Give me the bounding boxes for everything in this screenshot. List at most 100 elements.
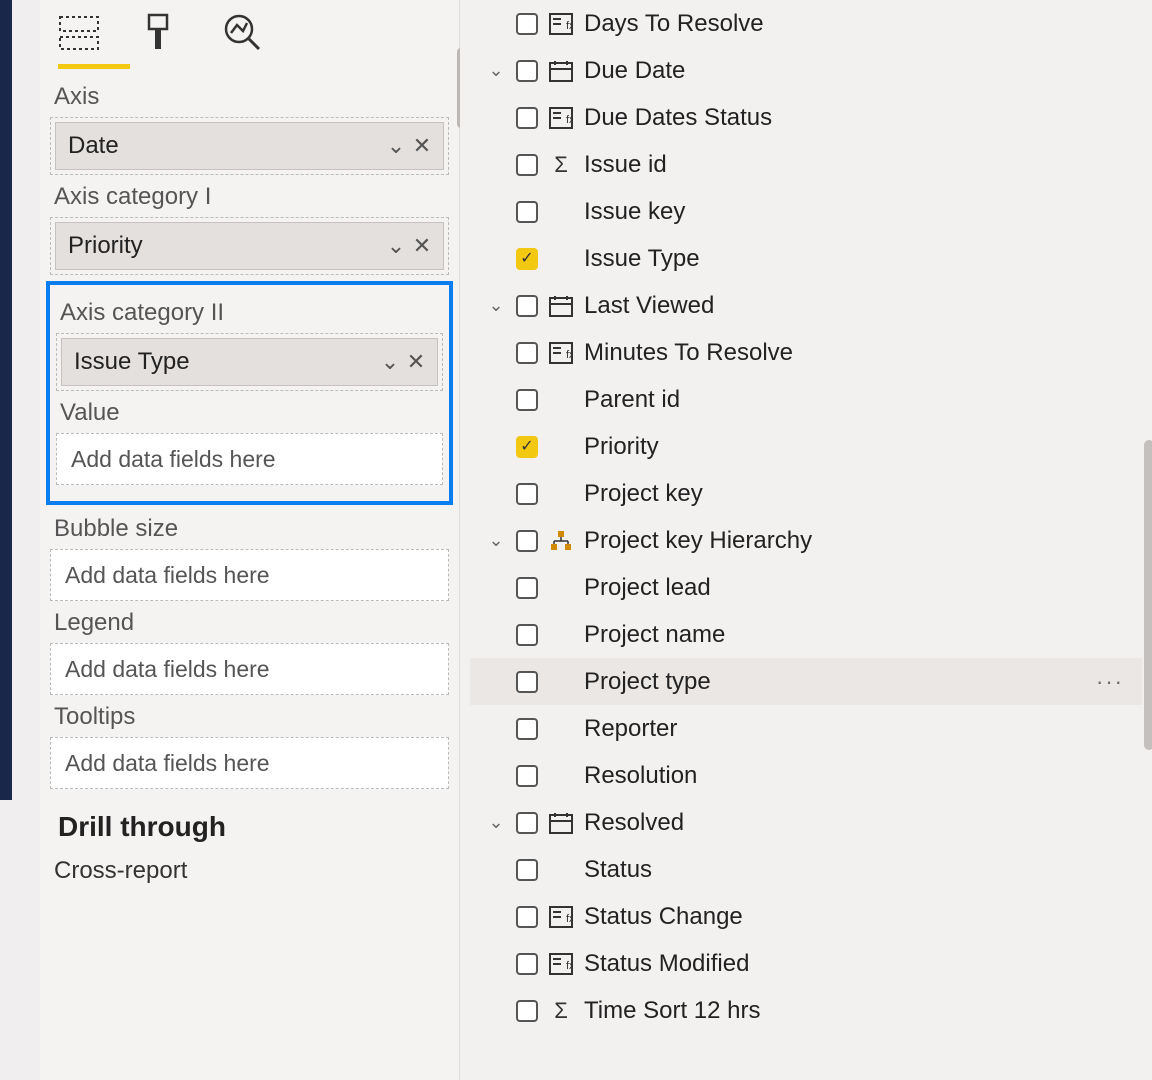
close-icon[interactable]: ✕: [409, 233, 435, 259]
tooltips-placeholder: Add data fields here: [65, 750, 270, 777]
field-checkbox[interactable]: [516, 295, 538, 317]
cross-report-label: Cross-report: [54, 857, 449, 885]
field-checkbox[interactable]: [516, 1000, 538, 1022]
field-checkbox[interactable]: [516, 718, 538, 740]
field-label: Priority: [584, 433, 1142, 461]
svg-text:fx: fx: [566, 913, 573, 925]
field-checkbox[interactable]: [516, 483, 538, 505]
field-row[interactable]: Priority: [470, 423, 1142, 470]
field-checkbox[interactable]: [516, 765, 538, 787]
calc-icon: fx: [548, 951, 574, 977]
field-row[interactable]: Project name: [470, 611, 1142, 658]
chevron-down-icon[interactable]: ⌄: [383, 233, 409, 259]
close-icon[interactable]: ✕: [409, 133, 435, 159]
fields-tab-icon[interactable]: [58, 12, 100, 54]
axis-cat1-pill-label: Priority: [68, 232, 383, 260]
svg-text:fx: fx: [566, 349, 573, 361]
field-row[interactable]: ΣTime Sort 12 hrs: [470, 987, 1142, 1034]
field-row[interactable]: Project lead: [470, 564, 1142, 611]
field-checkbox[interactable]: [516, 671, 538, 693]
field-row[interactable]: ⌄Due Date: [470, 47, 1142, 94]
close-icon[interactable]: ✕: [403, 349, 429, 375]
tooltips-well-label: Tooltips: [54, 703, 449, 731]
analytics-tab-icon[interactable]: [222, 12, 264, 54]
field-row[interactable]: ⌄Last Viewed: [470, 282, 1142, 329]
field-label: Status Change: [584, 903, 1142, 931]
field-row[interactable]: Project key: [470, 470, 1142, 517]
field-checkbox[interactable]: [516, 906, 538, 928]
legend-dropzone[interactable]: Add data fields here: [50, 643, 449, 695]
field-checkbox[interactable]: [516, 624, 538, 646]
calendar-icon: [548, 293, 574, 319]
field-checkbox[interactable]: [516, 953, 538, 975]
field-checkbox[interactable]: [516, 389, 538, 411]
field-checkbox[interactable]: [516, 107, 538, 129]
axis-cat1-pill[interactable]: Priority ⌄ ✕: [55, 222, 444, 270]
viz-tabs: [50, 8, 449, 64]
axis-cat1-well[interactable]: Priority ⌄ ✕: [50, 217, 449, 275]
chevron-down-icon[interactable]: ⌄: [486, 60, 506, 81]
field-row[interactable]: fx Status Modified: [470, 940, 1142, 987]
field-label: Issue id: [584, 151, 1142, 179]
highlight-rectangle: Axis category II Issue Type ⌄ ✕ Value Ad…: [46, 281, 453, 505]
field-row[interactable]: ⌄Resolved: [470, 799, 1142, 846]
chevron-down-icon[interactable]: ⌄: [377, 349, 403, 375]
format-tab-icon[interactable]: [140, 12, 182, 54]
axis-pill[interactable]: Date ⌄ ✕: [55, 122, 444, 170]
field-row[interactable]: Σ Issue id: [470, 141, 1142, 188]
field-row[interactable]: Reporter: [470, 705, 1142, 752]
field-checkbox[interactable]: [516, 436, 538, 458]
field-checkbox[interactable]: [516, 154, 538, 176]
field-row[interactable]: fx Status Change: [470, 893, 1142, 940]
field-row[interactable]: Issue key: [470, 188, 1142, 235]
axis-well[interactable]: Date ⌄ ✕: [50, 117, 449, 175]
field-checkbox[interactable]: [516, 60, 538, 82]
field-row[interactable]: Issue Type: [470, 235, 1142, 282]
field-row[interactable]: Parent id: [470, 376, 1142, 423]
field-checkbox[interactable]: [516, 13, 538, 35]
field-label: Issue Type: [584, 245, 1142, 273]
field-label: Project key: [584, 480, 1142, 508]
field-label: Time Sort 12 hrs: [584, 997, 1142, 1025]
field-checkbox[interactable]: [516, 530, 538, 552]
calendar-icon: [548, 810, 574, 836]
axis-cat2-well[interactable]: Issue Type ⌄ ✕: [56, 333, 443, 391]
more-options-icon[interactable]: ···: [1096, 669, 1142, 695]
field-label: Due Dates Status: [584, 104, 1142, 132]
canvas-edge: [0, 0, 12, 800]
field-label: Days To Resolve: [584, 10, 1142, 38]
legend-placeholder: Add data fields here: [65, 656, 270, 683]
chevron-down-icon[interactable]: ⌄: [383, 133, 409, 159]
axis-cat2-pill[interactable]: Issue Type ⌄ ✕: [61, 338, 438, 386]
field-checkbox[interactable]: [516, 859, 538, 881]
field-row[interactable]: Project type ···: [470, 658, 1142, 705]
chevron-down-icon[interactable]: ⌄: [486, 812, 506, 833]
calendar-icon: [548, 58, 574, 84]
field-checkbox[interactable]: [516, 201, 538, 223]
field-row[interactable]: Resolution: [470, 752, 1142, 799]
sigma-icon: Σ: [548, 152, 574, 178]
field-row[interactable]: Status: [470, 846, 1142, 893]
tooltips-dropzone[interactable]: Add data fields here: [50, 737, 449, 789]
left-margin: [0, 0, 40, 1080]
fields-panel-scrollbar[interactable]: [1144, 440, 1152, 750]
bubble-dropzone[interactable]: Add data fields here: [50, 549, 449, 601]
field-label: Minutes To Resolve: [584, 339, 1142, 367]
active-tab-underline: [58, 64, 130, 69]
field-checkbox[interactable]: [516, 342, 538, 364]
value-dropzone[interactable]: Add data fields here: [56, 433, 443, 485]
field-checkbox[interactable]: [516, 812, 538, 834]
field-row[interactable]: fxDue Dates Status: [470, 94, 1142, 141]
field-row[interactable]: fx Minutes To Resolve: [470, 329, 1142, 376]
svg-text:fx: fx: [566, 20, 573, 32]
field-label: Status Modified: [584, 950, 1142, 978]
field-row[interactable]: ⌄Project key Hierarchy: [470, 517, 1142, 564]
chevron-down-icon[interactable]: ⌄: [486, 295, 506, 316]
field-label: Project type: [584, 668, 1086, 696]
field-row[interactable]: fx Days To Resolve: [470, 0, 1142, 47]
chevron-down-icon[interactable]: ⌄: [486, 530, 506, 551]
field-checkbox[interactable]: [516, 248, 538, 270]
fields-panel: fxDays To Resolve⌄Due DatefxDue Dates St…: [460, 0, 1152, 1080]
field-checkbox[interactable]: [516, 577, 538, 599]
bubble-placeholder: Add data fields here: [65, 562, 270, 589]
